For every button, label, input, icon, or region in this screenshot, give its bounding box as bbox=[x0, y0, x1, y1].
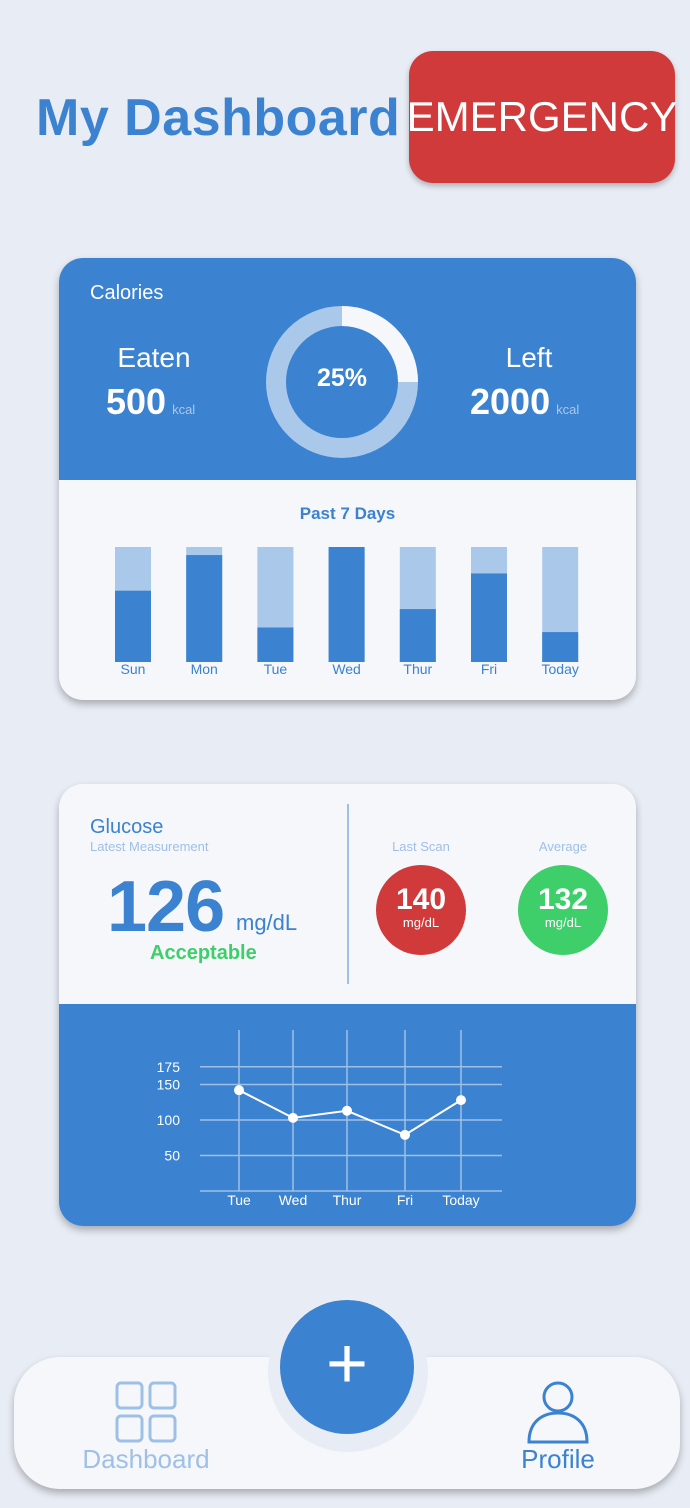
dashboard-grid-icon bbox=[115, 1381, 177, 1443]
average-label: Average bbox=[538, 839, 588, 854]
bar-label-thur: Thur bbox=[403, 661, 432, 677]
y-tick-label: 150 bbox=[157, 1077, 181, 1093]
y-tick-label: 50 bbox=[164, 1148, 180, 1164]
last-scan-value: 140 bbox=[395, 883, 447, 916]
glucose-status: Acceptable bbox=[150, 942, 257, 964]
bar-label-today: Today bbox=[542, 661, 579, 677]
average-unit: mg/dL bbox=[544, 915, 582, 930]
bar-sun bbox=[115, 590, 151, 662]
glucose-point-fri bbox=[400, 1129, 410, 1140]
glucose-value: 126 bbox=[107, 867, 225, 947]
nav-profile-label: Profile bbox=[521, 1444, 595, 1474]
bar-label-sun: Sun bbox=[121, 661, 146, 677]
glucose-label: Glucose bbox=[90, 816, 164, 838]
bar-label-wed: Wed bbox=[332, 661, 361, 677]
bar-mon bbox=[186, 555, 223, 662]
glucose-card[interactable]: Glucose Latest Measurement 126 mg/dL Acc… bbox=[59, 784, 636, 1226]
last-scan-badge: 140 mg/dL bbox=[376, 865, 466, 955]
glucose-line-chart: 50 100 150 175 Tue Wed Thur Fri Today bbox=[157, 1030, 502, 1208]
divider bbox=[347, 804, 349, 984]
bar-tue bbox=[257, 627, 294, 662]
bar-today bbox=[542, 632, 579, 662]
x-tick-label-thur: Thur bbox=[333, 1192, 362, 1208]
profile-person-icon bbox=[527, 1381, 589, 1444]
bar-label-mon: Mon bbox=[191, 661, 218, 677]
nav-dashboard[interactable]: Dashboard bbox=[66, 1380, 226, 1475]
x-tick-label-tue: Tue bbox=[227, 1192, 251, 1208]
calories-card[interactable]: Calories Eaten 500 kcal Left 2000 kcal 25%… bbox=[59, 258, 636, 700]
nav-dashboard-label: Dashboard bbox=[82, 1444, 210, 1474]
glucose-chart-panel: 50 100 150 175 Tue Wed Thur Fri Today bbox=[59, 1004, 636, 1226]
x-tick-label-fri: Fri bbox=[397, 1192, 413, 1208]
nav-profile[interactable]: Profile bbox=[478, 1380, 638, 1475]
last-scan-unit: mg/dL bbox=[402, 915, 440, 930]
last-scan-label: Last Scan bbox=[392, 839, 450, 854]
glucose-unit: mg/dL bbox=[236, 910, 298, 935]
past-7-days-chart: Sun Mon Tue Wed Thur Fri Today bbox=[115, 547, 579, 677]
bar-thur bbox=[399, 609, 436, 662]
emergency-button[interactable]: EMERGENCY bbox=[407, 51, 677, 183]
glucose-point-thur bbox=[342, 1105, 352, 1116]
y-tick-label: 100 bbox=[157, 1112, 181, 1128]
glucose-point-tue bbox=[234, 1085, 244, 1096]
glucose-point-wed bbox=[288, 1112, 298, 1123]
x-tick-label-wed: Wed bbox=[279, 1192, 308, 1208]
average-value: 132 bbox=[537, 883, 589, 916]
glucose-point-today bbox=[456, 1095, 466, 1106]
bar-label-tue: Tue bbox=[264, 661, 288, 677]
average-badge: 132 mg/dL bbox=[518, 865, 608, 955]
bar-wed bbox=[328, 547, 365, 662]
y-tick-label: 175 bbox=[157, 1059, 181, 1075]
bar-label-fri: Fri bbox=[481, 661, 497, 677]
add-button[interactable]: + bbox=[280, 1300, 414, 1434]
glucose-sub-label: Latest Measurement bbox=[90, 839, 209, 854]
x-tick-label-today: Today bbox=[442, 1192, 479, 1208]
page-title: My Dashboard bbox=[36, 89, 401, 147]
bar-fri bbox=[471, 573, 507, 662]
